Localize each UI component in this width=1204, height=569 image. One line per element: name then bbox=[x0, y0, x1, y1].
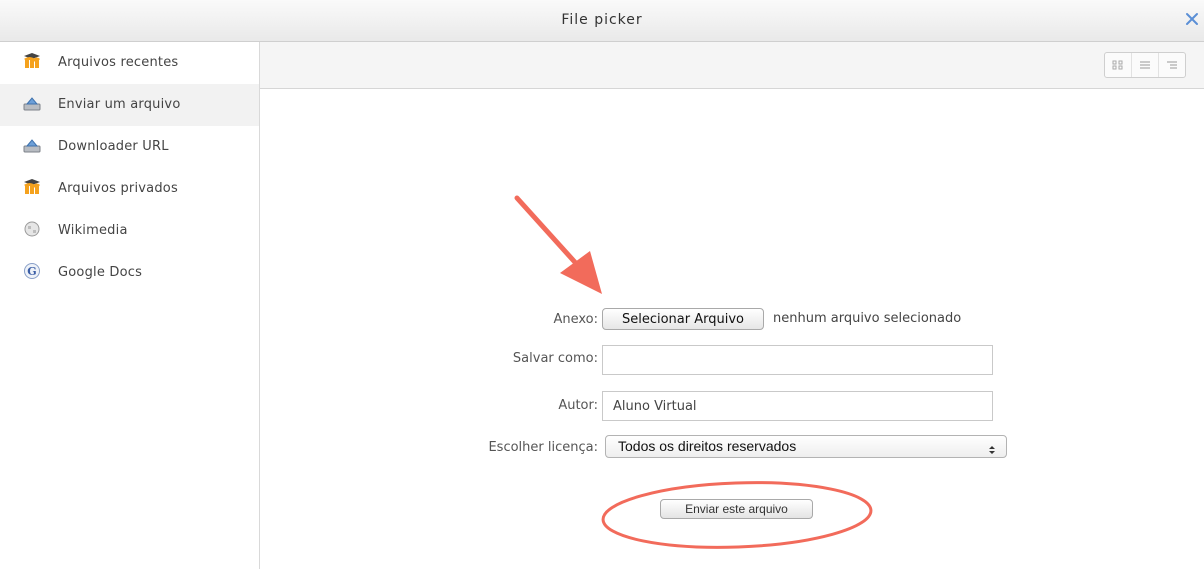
sidebar-item-google-docs[interactable]: G Google Docs bbox=[0, 252, 259, 294]
author-input[interactable] bbox=[602, 391, 993, 421]
license-label: Escolher licença: bbox=[488, 440, 598, 455]
sidebar-item-url-downloader[interactable]: Downloader URL bbox=[0, 126, 259, 168]
sidebar-item-upload-file[interactable]: Enviar um arquivo bbox=[0, 84, 259, 126]
license-select[interactable]: Todos os direitos reservados bbox=[605, 435, 1007, 458]
sidebar-item-private-files[interactable]: Arquivos privados bbox=[0, 168, 259, 210]
upload-icon bbox=[22, 94, 42, 112]
tree-view-icon[interactable] bbox=[1158, 53, 1185, 77]
sidebar-item-label: Wikimedia bbox=[58, 223, 128, 238]
attachment-label: Anexo: bbox=[553, 312, 598, 327]
svg-text:G: G bbox=[27, 265, 36, 278]
content-toolbar bbox=[260, 42, 1204, 89]
moodle-icon bbox=[22, 178, 42, 196]
view-switcher bbox=[1104, 52, 1186, 78]
choose-file-button[interactable]: Selecionar Arquivo bbox=[602, 308, 764, 330]
google-icon: G bbox=[22, 262, 42, 280]
sidebar-item-recent-files[interactable]: Arquivos recentes bbox=[0, 42, 259, 84]
license-selected-value: Todos os direitos reservados bbox=[618, 438, 797, 454]
title-bar: File picker bbox=[0, 0, 1204, 42]
upload-submit-button[interactable]: Enviar este arquivo bbox=[660, 499, 813, 519]
author-label: Autor: bbox=[558, 398, 598, 413]
select-arrows-icon bbox=[988, 441, 996, 454]
icons-view-icon[interactable] bbox=[1105, 53, 1131, 77]
close-icon[interactable] bbox=[1182, 9, 1202, 29]
sidebar-item-label: Google Docs bbox=[58, 265, 143, 280]
sidebar-item-label: Enviar um arquivo bbox=[58, 97, 181, 112]
moodle-icon bbox=[22, 52, 42, 70]
repository-sidebar: Arquivos recentes Enviar um arquivo Down… bbox=[0, 42, 260, 569]
list-view-icon[interactable] bbox=[1131, 53, 1158, 77]
annotation-arrow bbox=[514, 195, 602, 294]
sidebar-item-label: Arquivos recentes bbox=[58, 55, 179, 70]
sidebar-item-label: Arquivos privados bbox=[58, 181, 178, 196]
upload-icon bbox=[22, 136, 42, 154]
sidebar-item-wikimedia[interactable]: Wikimedia bbox=[0, 210, 259, 252]
globe-icon bbox=[22, 220, 42, 238]
sidebar-item-label: Downloader URL bbox=[58, 139, 169, 154]
dialog-title: File picker bbox=[561, 12, 643, 28]
save-as-input[interactable] bbox=[602, 345, 993, 375]
no-file-status: nenhum arquivo selecionado bbox=[773, 311, 962, 326]
save-as-label: Salvar como: bbox=[512, 351, 598, 366]
